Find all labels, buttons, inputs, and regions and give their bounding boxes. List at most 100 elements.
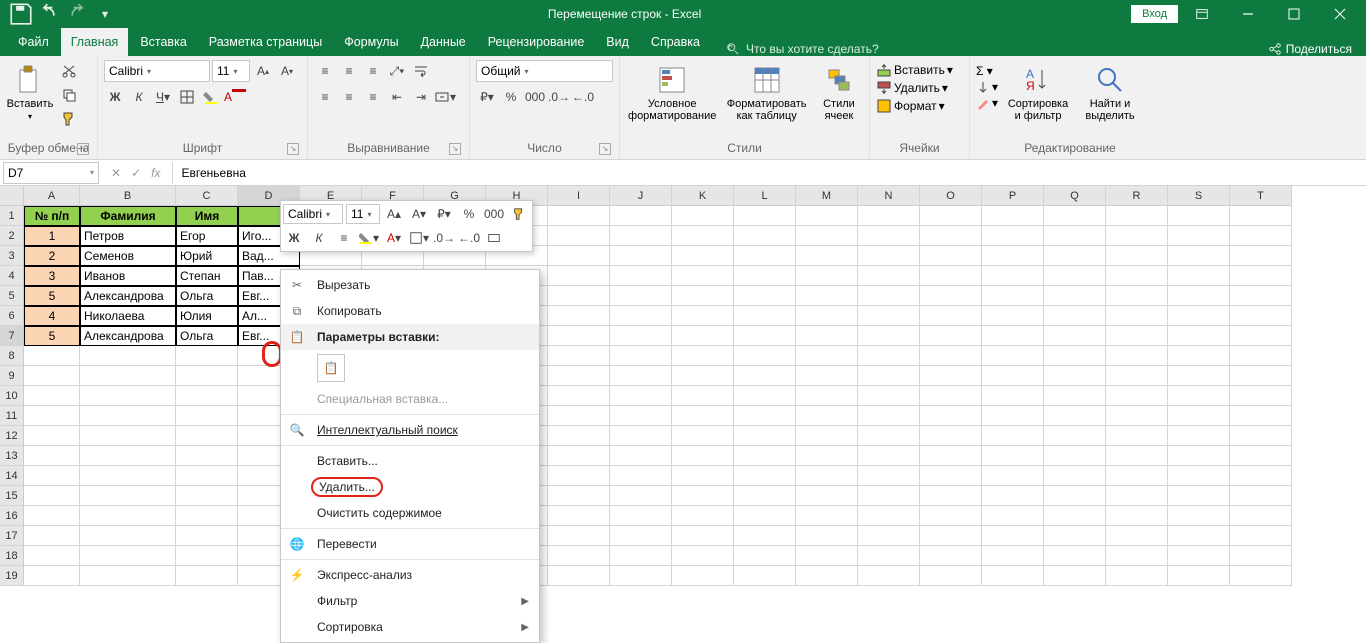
- cell[interactable]: [734, 246, 796, 266]
- cell[interactable]: [796, 486, 858, 506]
- cell[interactable]: [610, 306, 672, 326]
- cell[interactable]: [796, 306, 858, 326]
- cell[interactable]: [796, 426, 858, 446]
- cell[interactable]: 5: [24, 326, 80, 346]
- cell[interactable]: [982, 486, 1044, 506]
- signin-button[interactable]: Вход: [1131, 5, 1178, 23]
- column-header[interactable]: R: [1106, 186, 1168, 206]
- column-header[interactable]: J: [610, 186, 672, 206]
- cell[interactable]: [920, 526, 982, 546]
- increase-decimal-icon[interactable]: .0→: [548, 86, 570, 108]
- cell[interactable]: [1106, 406, 1168, 426]
- row-header[interactable]: 8: [0, 346, 24, 366]
- cell[interactable]: [672, 286, 734, 306]
- cell[interactable]: [1230, 266, 1292, 286]
- minimize-icon[interactable]: [1226, 0, 1270, 28]
- row-header[interactable]: 12: [0, 426, 24, 446]
- font-size-combo[interactable]: 11▾: [212, 60, 250, 82]
- cell[interactable]: [796, 246, 858, 266]
- row-header[interactable]: 6: [0, 306, 24, 326]
- cell[interactable]: [796, 526, 858, 546]
- row-header[interactable]: 4: [0, 266, 24, 286]
- cell[interactable]: [1230, 206, 1292, 226]
- cell[interactable]: [1106, 566, 1168, 586]
- cell[interactable]: [1044, 446, 1106, 466]
- dialog-launcher-icon[interactable]: ↘: [449, 143, 461, 155]
- ctx-delete[interactable]: Удалить...: [281, 474, 539, 500]
- cell[interactable]: [1106, 326, 1168, 346]
- cell[interactable]: Имя: [176, 206, 238, 226]
- cell[interactable]: [858, 246, 920, 266]
- cell[interactable]: [610, 546, 672, 566]
- paste-default-icon[interactable]: 📋: [317, 354, 345, 382]
- cell[interactable]: [1044, 486, 1106, 506]
- column-header[interactable]: S: [1168, 186, 1230, 206]
- cell[interactable]: [610, 286, 672, 306]
- cell[interactable]: [982, 426, 1044, 446]
- cell[interactable]: [672, 426, 734, 446]
- mini-size-combo[interactable]: 11▾: [346, 204, 380, 224]
- cell[interactable]: [1168, 526, 1230, 546]
- cell[interactable]: [1230, 226, 1292, 246]
- row-header[interactable]: 2: [0, 226, 24, 246]
- cell[interactable]: [548, 446, 610, 466]
- cell[interactable]: [1168, 286, 1230, 306]
- cell[interactable]: [672, 406, 734, 426]
- cell[interactable]: № п/п: [24, 206, 80, 226]
- column-header[interactable]: O: [920, 186, 982, 206]
- cell[interactable]: [672, 226, 734, 246]
- cell[interactable]: [734, 506, 796, 526]
- cell[interactable]: [920, 486, 982, 506]
- percent-icon[interactable]: %: [500, 86, 522, 108]
- cell[interactable]: [734, 386, 796, 406]
- cell[interactable]: [796, 446, 858, 466]
- ctx-copy[interactable]: ⧉Копировать: [281, 298, 539, 324]
- cell[interactable]: [1168, 226, 1230, 246]
- row-header[interactable]: 1: [0, 206, 24, 226]
- cell[interactable]: [1230, 326, 1292, 346]
- cell[interactable]: [982, 466, 1044, 486]
- cell[interactable]: [982, 546, 1044, 566]
- cell[interactable]: [1230, 246, 1292, 266]
- cell[interactable]: [1106, 526, 1168, 546]
- cell[interactable]: [672, 546, 734, 566]
- cell[interactable]: [610, 426, 672, 446]
- cell[interactable]: [176, 366, 238, 386]
- column-header[interactable]: P: [982, 186, 1044, 206]
- cell[interactable]: [796, 566, 858, 586]
- cell[interactable]: [80, 406, 176, 426]
- cell[interactable]: [176, 506, 238, 526]
- cell[interactable]: [796, 386, 858, 406]
- cell[interactable]: [24, 546, 80, 566]
- cell[interactable]: [982, 226, 1044, 246]
- cell[interactable]: [734, 466, 796, 486]
- cell[interactable]: [610, 226, 672, 246]
- cell[interactable]: [734, 226, 796, 246]
- cell[interactable]: [982, 246, 1044, 266]
- cell[interactable]: [1168, 326, 1230, 346]
- cell[interactable]: [858, 266, 920, 286]
- cell[interactable]: [1106, 386, 1168, 406]
- cell[interactable]: [1230, 426, 1292, 446]
- row-header[interactable]: 3: [0, 246, 24, 266]
- ctx-sort[interactable]: Сортировка▶: [281, 614, 539, 640]
- cell[interactable]: [982, 446, 1044, 466]
- cell[interactable]: [80, 426, 176, 446]
- ctx-quick-analysis[interactable]: ⚡Экспресс-анализ: [281, 562, 539, 588]
- mini-format-painter-icon[interactable]: [508, 203, 530, 225]
- cell[interactable]: [1168, 466, 1230, 486]
- cell[interactable]: [1168, 506, 1230, 526]
- row-header[interactable]: 13: [0, 446, 24, 466]
- column-header[interactable]: M: [796, 186, 858, 206]
- cell[interactable]: [1230, 406, 1292, 426]
- delete-cells-button[interactable]: Удалить ▾: [876, 80, 963, 96]
- cell[interactable]: [176, 426, 238, 446]
- cell[interactable]: [1168, 546, 1230, 566]
- cell[interactable]: [176, 486, 238, 506]
- cell[interactable]: [672, 326, 734, 346]
- cell[interactable]: [920, 346, 982, 366]
- cell[interactable]: [610, 346, 672, 366]
- cell[interactable]: [548, 206, 610, 226]
- tab-formulas[interactable]: Формулы: [334, 28, 408, 56]
- ctx-insert[interactable]: Вставить...: [281, 448, 539, 474]
